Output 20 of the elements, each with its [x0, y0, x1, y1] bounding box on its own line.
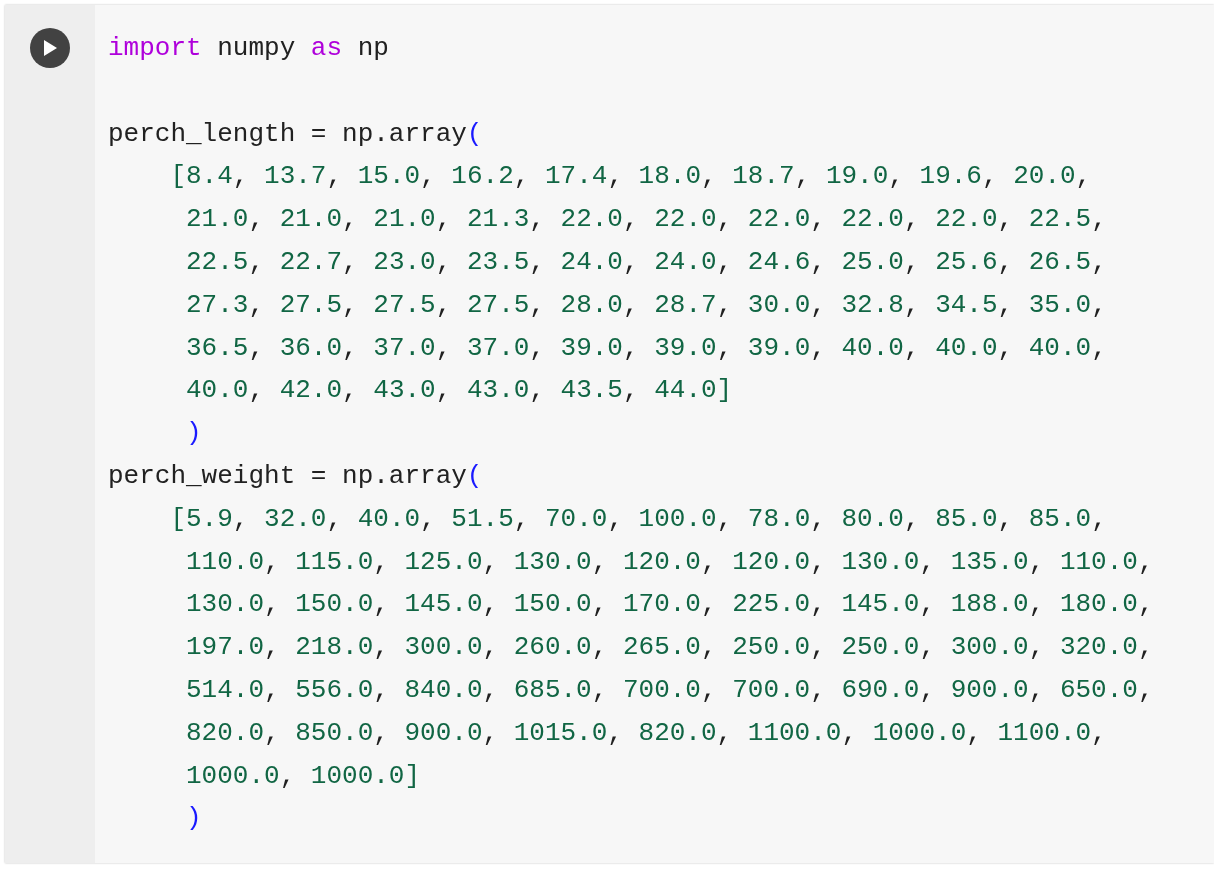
code-line: 36.5, 36.0, 37.0, 37.0, 39.0, 39.0, 39.0, 40.0, 40.0, 40.0, [185, 331, 1107, 365]
code-line: 22.5, 22.7, 23.0, 23.5, 24.0, 24.0, 24.6, 25.0, 25.6, 26.5, [185, 246, 1107, 279]
play-icon [42, 39, 58, 57]
code-line: 130.0, 150.0, 145.0, 150.0, 170.0, 225.0, 145.0, 188.0, 180.0, [185, 588, 1154, 622]
code-line: ) [185, 417, 202, 451]
code-line: [8.4, 13.7, 15.0, 16.2, 17.4, 18.0, 18.7, 19.0, 19.6, 20.0, [169, 160, 1092, 194]
code-line: 40.0, 42.0, 43.0, 43.0, 43.5, 44.0] [185, 374, 733, 408]
code-line: 27.3, 27.5, 27.5, 27.5, 28.0, 28.7, 30.0, 32.8, 34.5, 35.0, [185, 288, 1107, 322]
code-line: 197.0, 218.0, 300.0, 260.0, 265.0, 250.0, 250.0, 300.0, 320.0, [185, 631, 1154, 665]
code-line: [5.9, 32.0, 40.0, 51.5, 70.0, 100.0, 78.0, 80.0, 85.0, 85.0, [169, 502, 1107, 536]
code-line: perch_weight = np.array( [108, 459, 483, 493]
code-line: 514.0, 556.0, 840.0, 685.0, 700.0, 700.0, 690.0, 900.0, 650.0, [185, 673, 1154, 707]
code-line: import numpy as np [108, 32, 389, 65]
code-line: 820.0, 850.0, 900.0, 1015.0, 820.0, 1100.0, 1000.0, 1100.0, [185, 716, 1107, 750]
code-line: 1000.0, 1000.0] [185, 759, 421, 793]
code-line: 21.0, 21.0, 21.0, 21.3, 22.0, 22.0, 22.0, 22.0, 22.0, 22.5, [185, 203, 1107, 237]
run-button[interactable] [30, 28, 70, 68]
code-line: perch_length = np.array( [108, 117, 483, 151]
code-line: 110.0, 115.0, 125.0, 130.0, 120.0, 120.0, 130.0, 135.0, 110.0, [185, 545, 1154, 579]
code-line: ) [185, 802, 202, 836]
